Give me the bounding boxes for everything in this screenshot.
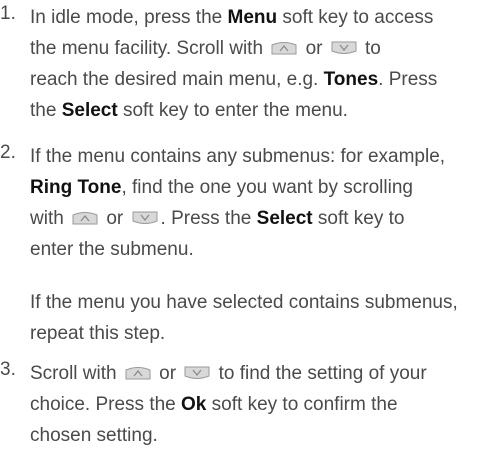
instructions-page: 1. In idle mode, press the Menu soft key… xyxy=(0,0,504,450)
text-segment: the menu facility. Scroll with xyxy=(30,38,269,59)
text-segment: or xyxy=(101,208,129,229)
text-line: Scroll with or to find the setting of yo… xyxy=(30,358,502,389)
step-number: 2. xyxy=(0,142,16,163)
text-segment: , find the one you want by scrolling xyxy=(121,177,413,198)
text-segment: soft key to access xyxy=(277,7,434,28)
text-segment: soft key to xyxy=(312,208,405,229)
text-segment: enter the submenu. xyxy=(30,239,194,260)
text-segment: Scroll with xyxy=(30,363,122,384)
text-line: with or . Press the Select soft key to xyxy=(30,203,502,234)
text-segment: to xyxy=(359,38,381,59)
text-line: In idle mode, press the Menu soft key to… xyxy=(30,2,502,33)
step-number: 3. xyxy=(0,359,16,380)
text-segment: chosen setting. xyxy=(30,425,158,446)
step-text: Scroll with or to find the setting of yo… xyxy=(30,358,502,451)
step-number: 1. xyxy=(0,3,16,24)
text-segment: the xyxy=(30,100,62,121)
text-line: chosen setting. xyxy=(30,420,502,451)
text-segment: or xyxy=(153,363,182,384)
text-segment: . Press xyxy=(378,69,438,90)
bold-term: Tones xyxy=(323,69,379,90)
text-line: choice. Press the Ok soft key to confirm… xyxy=(30,389,502,420)
bold-term: Select xyxy=(256,208,313,229)
text-line: Ring Tone, find the one you want by scro… xyxy=(30,172,502,203)
text-segment: . Press the xyxy=(160,208,257,229)
text-segment: with xyxy=(30,208,70,229)
text-segment: If the menu contains any submenus: for e… xyxy=(30,146,446,167)
text-segment: soft key to enter the menu. xyxy=(117,100,348,121)
text-segment: In idle mode, press the xyxy=(30,7,228,28)
text-line: enter the submenu. xyxy=(30,234,502,265)
text-segment: or xyxy=(300,38,328,59)
down-key-icon xyxy=(331,41,357,55)
text-segment: to find the setting of your xyxy=(213,363,427,384)
text-line: If the menu contains any submenus: for e… xyxy=(30,141,502,172)
down-key-icon xyxy=(132,211,158,225)
bold-term: Ok xyxy=(181,394,207,415)
text-segment: soft key to confirm the xyxy=(206,394,398,415)
text-segment: choice. Press the xyxy=(30,394,182,415)
text-segment: reach the desired main menu, e.g. xyxy=(30,69,324,90)
bold-term: Menu xyxy=(227,7,278,28)
up-key-icon xyxy=(72,211,98,225)
step-2-note: If the menu you have selected contains s… xyxy=(30,287,502,349)
bold-term: Ring Tone xyxy=(30,177,122,198)
step-text: In idle mode, press the Menu soft key to… xyxy=(30,2,502,126)
up-key-icon xyxy=(125,366,151,380)
text-line: reach the desired main menu, e.g. Tones.… xyxy=(30,64,502,95)
bold-term: Select xyxy=(61,100,118,121)
down-key-icon xyxy=(184,366,210,380)
up-key-icon xyxy=(271,41,297,55)
text-line: the Select soft key to enter the menu. xyxy=(30,95,502,126)
step-text: If the menu contains any submenus: for e… xyxy=(30,141,502,265)
text-line: the menu facility. Scroll with or to xyxy=(30,33,502,64)
note-line: repeat this step. xyxy=(30,323,166,344)
note-line: If the menu you have selected contains s… xyxy=(30,292,458,313)
